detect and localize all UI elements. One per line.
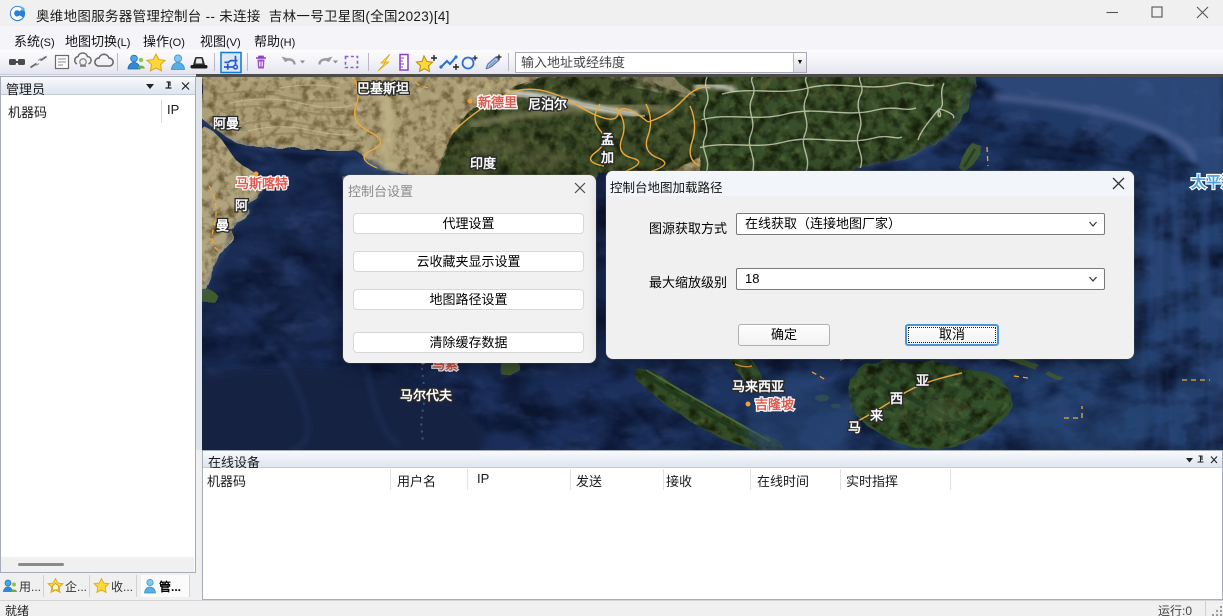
svg-text:来: 来 bbox=[869, 408, 884, 423]
svg-text:马尔代夫: 马尔代夫 bbox=[400, 388, 453, 403]
svg-text:巴基斯坦: 巴基斯坦 bbox=[357, 81, 409, 96]
svg-text:亚: 亚 bbox=[916, 373, 929, 388]
svg-text:印度: 印度 bbox=[470, 156, 497, 171]
svg-text:西: 西 bbox=[890, 391, 903, 406]
svg-text:尼泊尔: 尼泊尔 bbox=[528, 97, 567, 112]
svg-text:孟: 孟 bbox=[601, 132, 614, 147]
svg-text:太平洋: 太平洋 bbox=[1191, 173, 1223, 191]
svg-text:马: 马 bbox=[848, 420, 861, 435]
svg-text:加: 加 bbox=[600, 150, 614, 165]
svg-text:曼: 曼 bbox=[216, 218, 229, 233]
svg-text:吉隆坡: 吉隆坡 bbox=[755, 397, 795, 412]
svg-text:新德里: 新德里 bbox=[478, 95, 517, 110]
svg-text:阿: 阿 bbox=[235, 198, 248, 213]
svg-text:马斯喀特: 马斯喀特 bbox=[236, 176, 288, 191]
svg-text:阿曼: 阿曼 bbox=[213, 116, 239, 131]
svg-text:马来西亚: 马来西亚 bbox=[732, 379, 784, 394]
